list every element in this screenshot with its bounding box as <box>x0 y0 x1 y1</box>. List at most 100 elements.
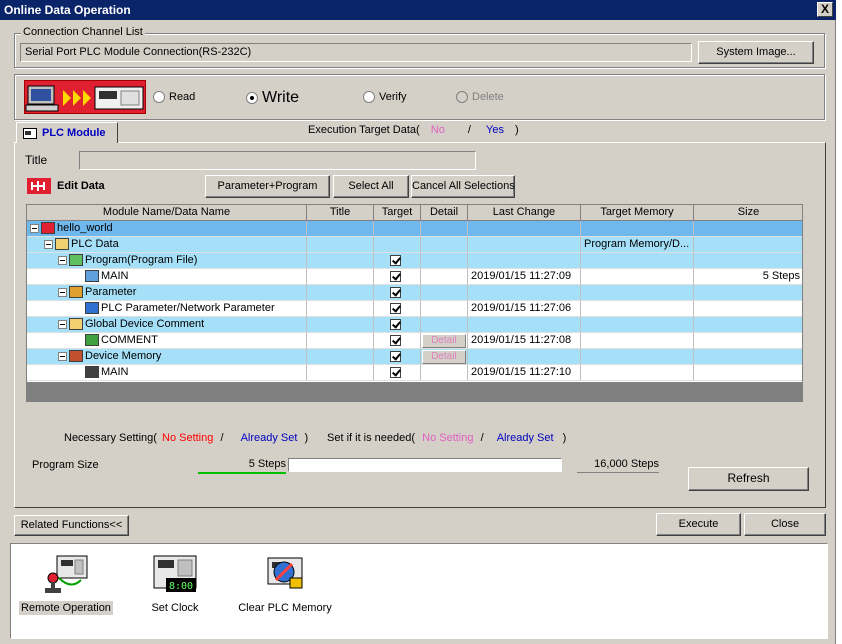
column-header-size[interactable]: Size <box>694 205 802 221</box>
execute-button[interactable]: Execute <box>656 513 741 536</box>
row-size: 5 Steps <box>694 269 802 285</box>
row-target-memory <box>581 269 694 285</box>
row-title-cell <box>307 365 374 381</box>
row-target-cell <box>374 221 421 237</box>
parameter-program-button[interactable]: Parameter+Program <box>205 175 330 198</box>
row-last-change: 2019/01/15 11:27:08 <box>468 333 581 349</box>
verify-radio-circle[interactable] <box>363 91 375 103</box>
table-row[interactable]: PLC Data Program Memory/D... <box>27 237 802 253</box>
online-data-operation-window: Online Data Operation X Connection Chann… <box>0 0 836 644</box>
target-checkbox[interactable] <box>390 367 401 378</box>
select-all-button[interactable]: Select All <box>333 175 409 198</box>
necessary-already-set: Already Set <box>240 432 298 444</box>
row-name: PLC Parameter/Network Parameter <box>101 302 275 314</box>
row-title-cell <box>307 301 374 317</box>
target-checkbox[interactable] <box>390 319 401 330</box>
clear-plc-memory-item[interactable]: Clear PLC Memory <box>235 550 335 615</box>
row-size <box>694 253 802 269</box>
column-header-target-memory[interactable]: Target Memory <box>581 205 694 221</box>
column-header-module-name[interactable]: Module Name/Data Name <box>27 205 307 221</box>
target-checkbox[interactable] <box>390 351 401 362</box>
set-clock-item[interactable]: 8:00 Set Clock <box>143 550 207 615</box>
row-size <box>694 301 802 317</box>
system-image-button[interactable]: System Image... <box>698 41 814 64</box>
program-size-label: Program Size <box>32 459 99 471</box>
set-clock-digits: 8:00 <box>169 581 193 592</box>
connection-channel-value: Serial Port PLC Module Connection(RS-232… <box>25 46 252 58</box>
target-checkbox[interactable] <box>390 335 401 346</box>
tree-expander-icon[interactable] <box>58 255 67 265</box>
detail-button[interactable]: Detail <box>422 350 466 364</box>
target-checkbox[interactable] <box>390 303 401 314</box>
refresh-button[interactable]: Refresh <box>688 467 809 491</box>
row-detail-cell <box>421 253 468 269</box>
row-last-change: 2019/01/15 11:27:06 <box>468 301 581 317</box>
tree-expander-icon[interactable] <box>58 351 67 361</box>
table-row[interactable]: COMMENT Detail 2019/01/15 11:27:08 <box>27 333 802 349</box>
verify-radio[interactable]: Verify <box>363 91 407 103</box>
execution-target-no: No <box>430 124 445 136</box>
row-size <box>694 349 802 365</box>
remote-operation-item[interactable]: Remote Operation <box>19 550 113 615</box>
tree-expander-icon[interactable] <box>44 239 53 249</box>
row-name-cell: Program(Program File) <box>27 253 307 269</box>
program-size-total-line <box>577 472 659 473</box>
target-checkbox[interactable] <box>390 255 401 266</box>
grid-header: Module Name/Data Name Title Target Detail La… <box>27 205 802 221</box>
program-size-used: 5 Steps <box>248 458 286 470</box>
read-radio[interactable]: Read <box>153 91 195 103</box>
row-name-cell: Device Memory <box>27 349 307 365</box>
row-last-change <box>468 253 581 269</box>
table-row[interactable]: Program(Program File) <box>27 253 802 269</box>
table-row[interactable]: Device Memory Detail <box>27 349 802 365</box>
necessary-setting-prefix: Necessary Setting( <box>64 432 157 444</box>
column-header-title[interactable]: Title <box>307 205 374 221</box>
related-functions-button[interactable]: Related Functions<< <box>14 515 129 536</box>
close-window-button[interactable]: X <box>817 2 833 17</box>
row-target-cell <box>374 365 421 381</box>
table-row[interactable]: hello_world <box>27 221 802 237</box>
program-size-used-line <box>198 472 286 474</box>
row-name: Program(Program File) <box>85 254 198 266</box>
row-target-memory <box>581 349 694 365</box>
row-title-cell <box>307 221 374 237</box>
row-last-change <box>468 349 581 365</box>
row-target-memory <box>581 333 694 349</box>
folder-icon <box>69 318 83 331</box>
row-size <box>694 317 802 333</box>
remote-operation-label: Remote Operation <box>19 601 113 615</box>
tree-expander-icon[interactable] <box>30 223 39 233</box>
write-radio[interactable]: Write <box>246 89 299 107</box>
read-radio-circle[interactable] <box>153 91 165 103</box>
tree-expander-icon[interactable] <box>58 319 67 329</box>
cancel-all-selections-button[interactable]: Cancel All Selections <box>411 175 515 198</box>
close-button[interactable]: Close <box>744 513 826 536</box>
column-header-last-change[interactable]: Last Change <box>468 205 581 221</box>
table-row[interactable]: PLC Parameter/Network Parameter 2019/01/1… <box>27 301 802 317</box>
connection-channel-caption: Connection Channel List <box>21 26 145 38</box>
table-row[interactable]: Parameter <box>27 285 802 301</box>
title-input[interactable] <box>79 151 476 170</box>
row-name-cell: PLC Parameter/Network Parameter <box>27 301 307 317</box>
row-detail-cell <box>421 285 468 301</box>
row-detail-cell <box>421 269 468 285</box>
row-title-cell <box>307 349 374 365</box>
tree-expander-icon[interactable] <box>58 287 67 297</box>
remote-operation-icon <box>45 555 88 593</box>
detail-button[interactable]: Detail <box>422 334 466 348</box>
edit-data-label: Edit Data <box>57 180 105 192</box>
column-header-target[interactable]: Target <box>374 205 421 221</box>
target-checkbox[interactable] <box>390 287 401 298</box>
table-row[interactable]: MAIN 2019/01/15 11:27:09 5 Steps <box>27 269 802 285</box>
folder-icon <box>55 238 69 251</box>
target-checkbox[interactable] <box>390 271 401 282</box>
table-row[interactable]: MAIN 2019/01/15 11:27:10 <box>27 365 802 381</box>
row-last-change <box>468 285 581 301</box>
necessary-slash: / <box>220 432 224 444</box>
tab-plc-module[interactable]: PLC Module <box>16 122 118 143</box>
row-name-cell: PLC Data <box>27 237 307 253</box>
table-row[interactable]: Global Device Comment <box>27 317 802 333</box>
row-size <box>694 237 802 253</box>
column-header-detail[interactable]: Detail <box>421 205 468 221</box>
write-radio-circle[interactable] <box>246 92 258 104</box>
